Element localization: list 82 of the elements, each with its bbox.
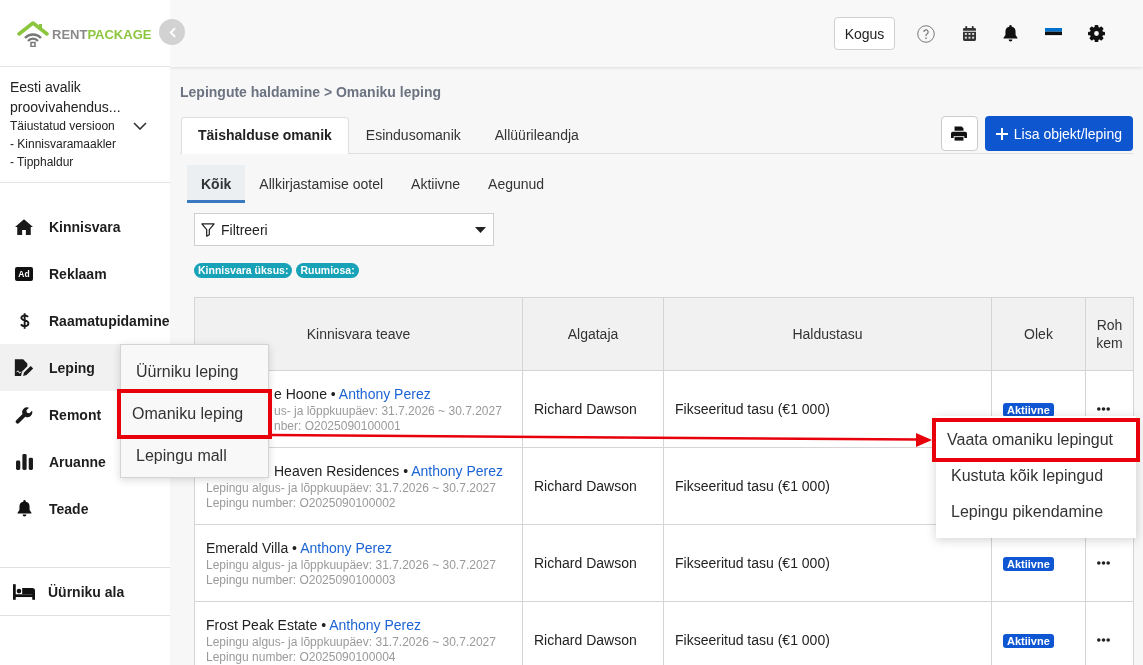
more-icon[interactable] [1097, 638, 1110, 642]
owner-link[interactable]: Anthony Perez [411, 462, 504, 479]
more-icon[interactable] [1097, 561, 1110, 565]
plan-label: Täiustatud versioon [10, 118, 116, 135]
fee-text: Fikseeritud tasu (€1 000) [675, 401, 830, 417]
filter-dropdown[interactable]: Filtreeri [194, 213, 494, 246]
contract-dates: Lepingu algus- ja lõppkuupäev: 31.7.2026 ~ 30.7.2027 [206, 634, 496, 650]
house-icon [15, 218, 33, 235]
tab[interactable]: Esindusomanik [348, 117, 478, 153]
subtab[interactable]: Kõik [187, 165, 246, 203]
add-button[interactable]: Lisa objekt/leping [984, 116, 1133, 151]
account-name: Eesti avalik proovivahendus... [10, 78, 122, 117]
fee-text: Fikseeritud tasu (€1 000) [675, 555, 830, 571]
status-badge: Aktiivne [1003, 403, 1054, 417]
breadcrumb[interactable]: Lepingute haldamine > Omaniku leping [180, 82, 441, 102]
menu-item[interactable]: Vaata omaniku lepingut [932, 418, 1140, 462]
flag-icon[interactable] [1045, 28, 1062, 39]
column-header: Olek [1024, 326, 1053, 342]
document-pen-icon [14, 358, 34, 377]
contract-number: Lepingu number: O2025090100003 [206, 572, 396, 588]
column-header: Algataja [567, 326, 619, 342]
owner-link[interactable]: Anthony Perez [329, 616, 422, 633]
property-title: e Hoone • Anthony Perez [274, 384, 431, 404]
filter-tag: Kinnisvara üksus: [194, 263, 293, 278]
tab[interactable]: Allüürileandja [477, 117, 596, 153]
ad-icon: Ad [15, 266, 33, 281]
column-header: Kinnisvara teave [306, 326, 411, 342]
status-badge: Aktiivne [1003, 557, 1054, 571]
calendar-icon[interactable] [963, 26, 976, 41]
property-title: Frost Peak Estate • Anthony Perez [206, 615, 422, 635]
bar-chart-icon [15, 453, 33, 470]
property-title: Emerald Villa • Anthony Perez [206, 538, 392, 558]
contract-dates: Lepingu algus- ja lõppkuupäev: 31.7.2026 ~ 30.7.2027 [206, 480, 496, 496]
contract-dates: Lepingu algus- ja lõppkuupäev: 31.7.2026 ~ 30.7.2027 [206, 557, 496, 573]
caret-down-icon [475, 226, 486, 233]
dollar-icon [18, 311, 30, 330]
initiator-name: Richard Dawson [534, 401, 637, 417]
contract-number: Lepingu number: O2025090100002 [206, 495, 396, 511]
menu-item[interactable]: Omaniku leping [117, 389, 272, 439]
initiator-name: Richard Dawson [534, 555, 637, 571]
status-badge: Aktiivne [1003, 634, 1054, 648]
logo-icon [17, 21, 49, 47]
amount-button[interactable]: Kogus [834, 17, 895, 50]
contract-number: nber: O2025090100001 [274, 418, 401, 434]
role-label: - Kinnisvaramaakler [10, 136, 118, 153]
logo-text: RENTPACKAGE [52, 26, 152, 42]
plus-icon [995, 127, 1008, 140]
settings-icon[interactable] [1088, 25, 1105, 42]
fee-text: Fikseeritud tasu (€1 000) [675, 632, 830, 648]
contract-number: Lepingu number: O2025090100004 [206, 649, 396, 665]
sidebar-item[interactable]: Kinnisvara [0, 203, 170, 250]
initiator-name: Richard Dawson [534, 632, 637, 648]
subtab[interactable]: Aktiivne [397, 165, 475, 203]
sidebar-item[interactable]: Ad Reklaam [0, 250, 170, 297]
chevron-down-icon[interactable] [133, 121, 147, 130]
bed-icon [13, 583, 35, 600]
sidebar-item[interactable]: Üürniku ala [0, 568, 170, 615]
sidebar-item[interactable]: Raamatupidamine [0, 297, 170, 344]
role-label: - Tipphaldur [10, 154, 75, 171]
contract-dates: us- ja lõppkuupäev: 31.7.2026 ~ 30.7.2027 [274, 403, 502, 419]
notification-bell-icon[interactable] [1003, 25, 1018, 42]
subtab[interactable]: Allkirjastamise ootel [245, 165, 398, 203]
property-title: Heaven Residences • Anthony Perez [274, 461, 504, 481]
print-button[interactable] [940, 116, 978, 151]
tab[interactable]: Täishalduse omanik [181, 117, 349, 154]
bell-icon [16, 500, 32, 517]
chevron-left-icon [168, 26, 176, 38]
column-header: Haldustasu [792, 326, 863, 342]
subtab[interactable]: Aegunud [474, 165, 559, 203]
printer-icon [951, 126, 968, 141]
sidebar-item[interactable]: Teade [0, 485, 170, 532]
fee-text: Fikseeritud tasu (€1 000) [675, 478, 830, 494]
menu-item[interactable]: Lepingu pikendamine [936, 494, 1136, 530]
initiator-name: Richard Dawson [534, 478, 637, 494]
help-icon[interactable] [917, 24, 935, 43]
owner-link[interactable]: Anthony Perez [300, 539, 392, 556]
filter-tag: Ruumiosa: [296, 263, 359, 278]
wrench-icon [15, 405, 33, 424]
column-header: Rohkem [1096, 317, 1123, 351]
filter-icon [201, 222, 215, 237]
more-icon[interactable] [1097, 407, 1110, 411]
owner-link[interactable]: Anthony Perez [338, 385, 431, 402]
